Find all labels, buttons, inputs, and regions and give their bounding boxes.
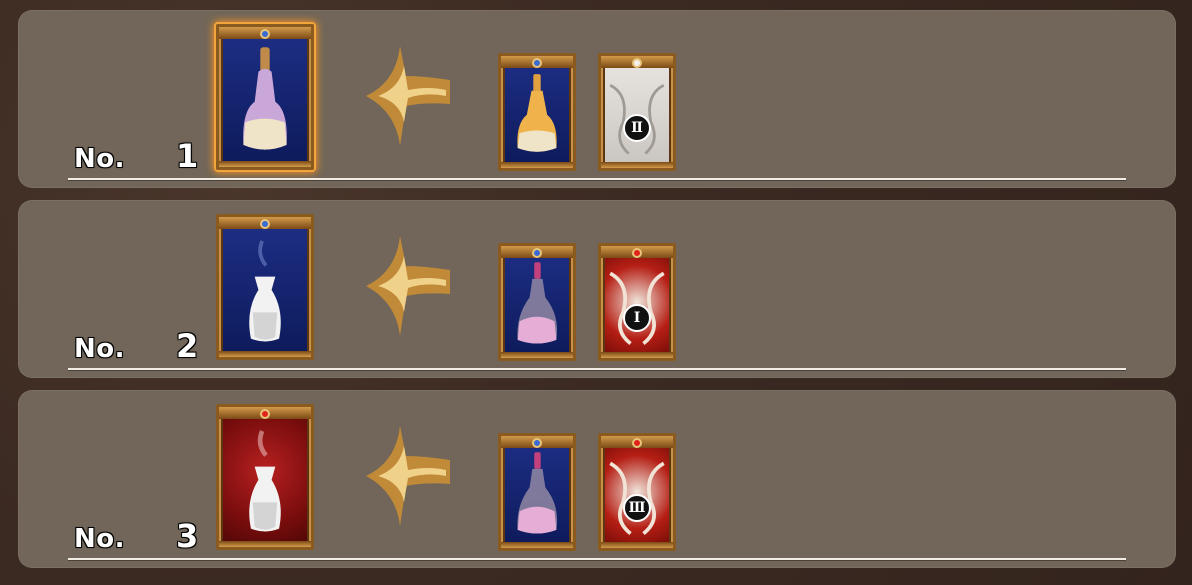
purple-bottle-icon (243, 47, 287, 150)
ingredient-card[interactable] (498, 243, 576, 361)
row-number: 2 (176, 327, 199, 365)
recipe-row-3[interactable]: No. 3 Ⅲ (18, 390, 1176, 568)
recipe-row-1[interactable]: No. 1 Ⅱ (18, 10, 1176, 188)
ingredient-card[interactable] (498, 53, 576, 171)
ingredient-card[interactable] (498, 433, 576, 551)
ingredient-card[interactable]: Ⅲ (598, 433, 676, 551)
white-vase-smoke-icon (249, 430, 281, 532)
row-label: No. (74, 334, 125, 364)
red-crest-rank-iii-icon (609, 461, 665, 535)
row-number: 3 (176, 517, 199, 555)
rank-badge: Ⅱ (623, 113, 651, 142)
gold-bottle-icon (517, 74, 557, 152)
result-card[interactable] (216, 24, 314, 170)
result-card[interactable] (216, 214, 314, 360)
pink-flask-icon (517, 262, 558, 344)
divider (68, 178, 1126, 180)
ingredient-card[interactable]: Ⅰ (598, 243, 676, 361)
row-number: 1 (176, 137, 199, 175)
white-vase-icon (249, 240, 281, 342)
rank-badge: Ⅰ (623, 303, 651, 332)
arrow-left-icon (366, 236, 450, 336)
row-label: No. (74, 144, 125, 174)
divider (68, 368, 1126, 370)
divider (68, 558, 1126, 560)
rank-badge: Ⅲ (623, 493, 651, 522)
ingredient-card[interactable]: Ⅱ (598, 53, 676, 171)
arrow-left-icon (366, 46, 450, 146)
recipe-row-2[interactable]: No. 2 Ⅰ (18, 200, 1176, 378)
pink-flask-icon (517, 452, 558, 534)
white-crest-rank-ii-icon (609, 83, 665, 155)
result-card[interactable] (216, 404, 314, 550)
arrow-left-icon (366, 426, 450, 526)
row-label: No. (74, 524, 125, 554)
red-crest-rank-i-icon (609, 271, 665, 345)
